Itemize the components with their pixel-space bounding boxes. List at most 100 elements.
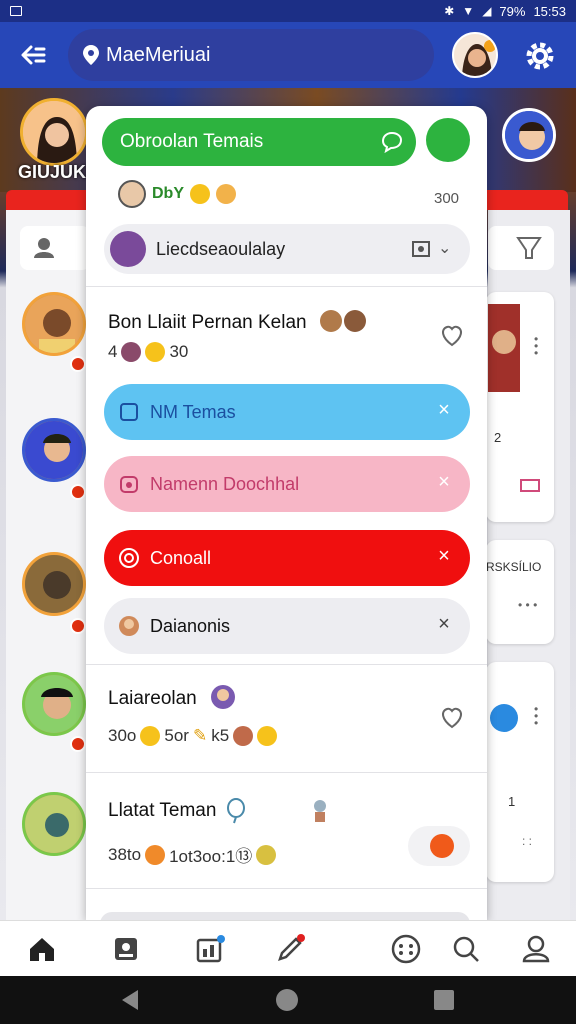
grid-dots-icon[interactable]: • • • xyxy=(518,599,548,611)
smile-emoji-icon xyxy=(190,184,210,204)
side-avatar-2[interactable] xyxy=(22,418,86,482)
calendar-icon[interactable] xyxy=(194,933,226,965)
avatar-icon xyxy=(211,685,235,709)
grid-dots-icon[interactable]: : : xyxy=(522,835,542,847)
right-card-3-count: 1 xyxy=(508,794,516,809)
item-sub-2: 1ot3oo:1⑬ xyxy=(169,847,253,866)
close-icon[interactable]: × xyxy=(434,472,454,492)
sparkle-icon xyxy=(256,844,277,865)
right-card-1-count: 2 xyxy=(494,430,502,445)
chevron-down-icon[interactable]: ⌄ xyxy=(438,238,456,258)
target-icon xyxy=(119,548,139,568)
bubble-red[interactable]: Conoall × xyxy=(104,530,470,586)
gallery-icon xyxy=(10,6,22,16)
close-icon[interactable]: × xyxy=(434,614,454,634)
contacts-icon[interactable] xyxy=(110,933,142,965)
bubble-new-friends[interactable]: NM Temas × xyxy=(104,384,470,440)
close-icon[interactable]: × xyxy=(434,546,454,566)
document-icon xyxy=(120,403,138,421)
side-avatar-4[interactable] xyxy=(22,672,86,736)
side-badge-4 xyxy=(70,736,86,752)
meta-row: DbY xyxy=(118,180,236,208)
smile-emoji-icon xyxy=(145,342,166,362)
floating-action-button[interactable] xyxy=(408,826,470,866)
system-back-icon[interactable] xyxy=(122,990,138,1010)
bubble-grey[interactable]: Daianonis × xyxy=(104,598,470,654)
profile-avatar[interactable] xyxy=(452,32,498,78)
right-card-1[interactable]: • • • 2 xyxy=(486,292,554,522)
search-pill[interactable]: Liecdseaoulalay ⌄ xyxy=(104,224,470,274)
online-status-button[interactable] xyxy=(426,118,470,162)
game-logo xyxy=(20,98,88,166)
friends-chat-pill[interactable]: Obroolan Temais xyxy=(102,118,416,166)
right-card-3[interactable]: • • • 1 : : xyxy=(486,662,554,882)
more-options-icon[interactable]: • • • xyxy=(534,333,540,359)
system-recents-icon[interactable] xyxy=(434,990,454,1010)
side-avatar-1[interactable] xyxy=(22,292,86,356)
back-arrow-icon xyxy=(21,45,46,65)
smile-emoji-icon xyxy=(145,844,166,865)
card-thumbnail xyxy=(488,304,520,392)
image-icon[interactable] xyxy=(412,240,430,258)
meta-count: 300 xyxy=(434,190,460,207)
smile-emoji-icon xyxy=(216,184,236,204)
profile-icon[interactable] xyxy=(520,933,552,965)
system-navigation-bar xyxy=(0,976,576,1024)
bubble-label: Daianonis xyxy=(150,615,231,636)
item-sub: 4 30 xyxy=(108,342,188,362)
item-title: Laiareolan xyxy=(108,688,197,709)
item-sub: 30o 5or ✎ k5 xyxy=(108,726,278,746)
bubble-pink[interactable]: Namenn Doochhal × xyxy=(104,456,470,512)
heart-icon[interactable] xyxy=(439,324,465,348)
item-title: Bon Llaiit Pernan Kelan xyxy=(108,312,307,333)
figure-icon xyxy=(314,800,326,822)
side-avatar-3[interactable] xyxy=(22,552,86,616)
system-home-icon[interactable] xyxy=(276,989,298,1011)
status-right: ✱ ▼ ◢ 79% 15:53 xyxy=(444,4,566,19)
heart-icon[interactable] xyxy=(439,706,465,730)
item-sub-1: 30o xyxy=(108,726,137,745)
record-icon xyxy=(430,834,454,858)
game-title: GIUJUKI xyxy=(18,162,92,182)
side-avatar-5[interactable] xyxy=(22,792,86,856)
signal-icon: ◢ xyxy=(482,4,492,18)
chat-panel: Obroolan Temais DbY 300 Liecdseaoulalay … xyxy=(86,106,487,920)
bubble-label: Namenn Doochhal xyxy=(150,473,300,494)
camera-icon xyxy=(120,476,138,493)
avatar-icon xyxy=(119,616,139,636)
smile-emoji-icon xyxy=(140,726,161,746)
divider xyxy=(86,286,487,287)
dots-grid-icon[interactable] xyxy=(390,933,422,965)
status-time: 15:53 xyxy=(533,3,566,19)
meta-label: DbY xyxy=(152,185,184,202)
wifi-icon: ▼ xyxy=(462,4,475,18)
location-selector[interactable]: MaeMeriuai xyxy=(68,29,434,81)
search-icon[interactable] xyxy=(450,933,482,965)
bluetooth-icon: ✱ xyxy=(444,4,455,18)
divider xyxy=(86,888,487,889)
search-text: Liecdseaoulalay xyxy=(156,238,286,259)
mini-avatar xyxy=(118,180,146,208)
close-icon[interactable]: × xyxy=(434,400,454,420)
item-sub-suffix: 30 xyxy=(169,342,189,361)
side-badge-3 xyxy=(70,618,86,634)
pencil-icon: ✎ xyxy=(192,726,208,745)
friend-avatar-top-right[interactable] xyxy=(502,108,556,162)
background-search-box xyxy=(20,226,90,270)
location-label: MaeMeriuai xyxy=(106,43,211,66)
item-sub-3: k5 xyxy=(211,726,230,745)
back-button[interactable] xyxy=(16,40,50,70)
item-sub-prefix: 4 xyxy=(108,342,118,361)
home-icon[interactable] xyxy=(26,933,58,965)
app-header: MaeMeriuai xyxy=(0,22,576,88)
avatar-pair-icon xyxy=(320,310,366,332)
filter-icon xyxy=(516,237,542,259)
settings-button[interactable] xyxy=(524,40,556,72)
avatar-icon xyxy=(233,726,254,746)
smile-emoji-icon xyxy=(257,726,278,746)
right-card-2[interactable]: RSKSÍLIO • • • xyxy=(486,540,554,644)
location-pin-icon xyxy=(83,45,99,65)
more-options-icon[interactable]: • • • xyxy=(534,703,540,729)
pen-icon[interactable] xyxy=(274,933,306,965)
status-left xyxy=(10,6,22,16)
